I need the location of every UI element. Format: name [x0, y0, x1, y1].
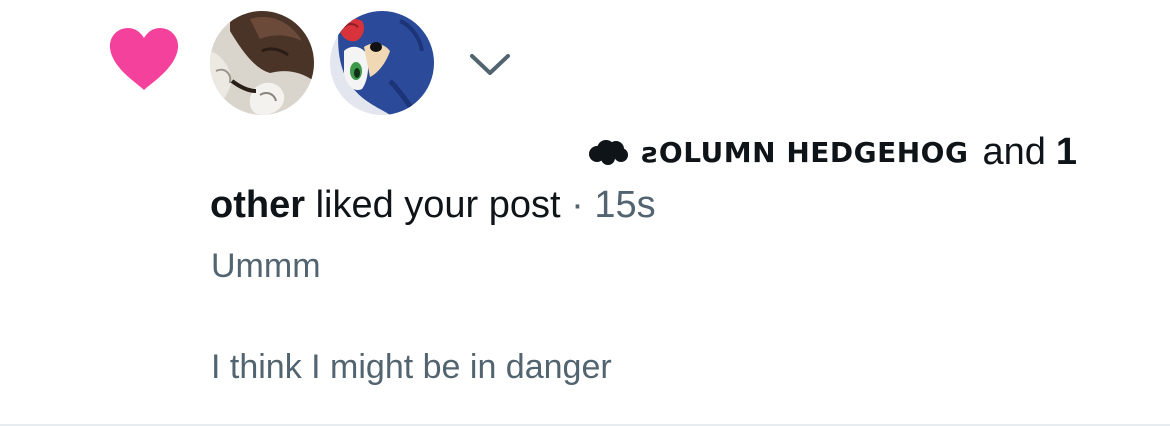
avatar-image — [330, 11, 434, 115]
notification-line: ꙅOLUMN HEDGEHOG and 1 — [588, 124, 1077, 180]
other-count[interactable]: 1 — [1056, 131, 1077, 174]
avatar[interactable] — [330, 11, 434, 115]
notification-line-2: other liked your post · 15s — [210, 184, 656, 227]
post-text-line: Ummm — [211, 247, 321, 285]
avatar[interactable] — [210, 11, 314, 115]
chevron-down-icon[interactable] — [465, 46, 515, 82]
post-text-line: I think I might be in danger — [211, 348, 612, 386]
timestamp: 15s — [594, 184, 656, 226]
heart-icon — [109, 28, 179, 90]
display-name-link[interactable]: ꙅOLUMN HEDGEHOG — [642, 136, 969, 169]
other-link[interactable]: other — [210, 184, 305, 226]
and-text: and — [982, 130, 1046, 173]
avatar-image — [210, 11, 314, 115]
cloud-icon — [588, 140, 628, 165]
action-text: liked your post — [315, 184, 561, 226]
separator: · — [571, 184, 584, 226]
